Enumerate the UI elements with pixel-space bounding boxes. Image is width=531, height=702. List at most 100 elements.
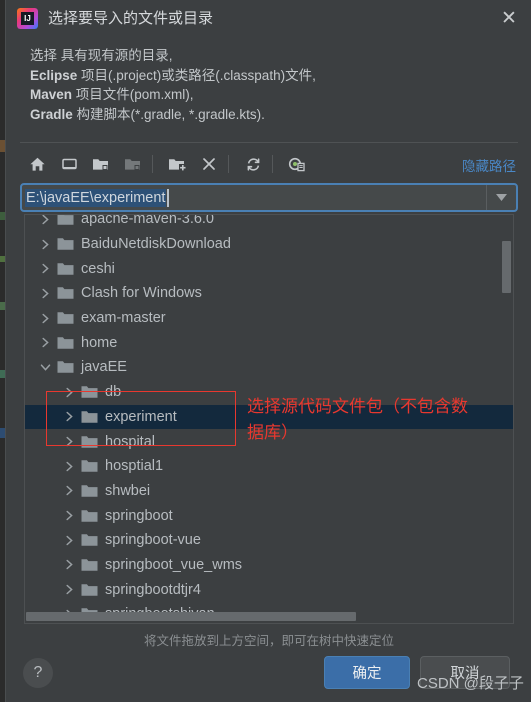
chevron-right-icon[interactable] bbox=[63, 484, 76, 497]
desc-line-4-bold: Gradle bbox=[30, 106, 73, 122]
tree-row[interactable]: javaEE bbox=[25, 355, 513, 380]
folder-icon bbox=[81, 435, 98, 449]
show-hidden-icon[interactable] bbox=[284, 152, 310, 176]
tree-row-label: springbootdtjr4 bbox=[105, 581, 201, 598]
tree-row[interactable]: springboot_vue_wms bbox=[25, 553, 513, 578]
close-icon[interactable]: ✕ bbox=[498, 8, 520, 30]
tree-row-label: springboot_vue_wms bbox=[105, 556, 243, 573]
chevron-right-icon[interactable] bbox=[63, 435, 76, 448]
toolbar-divider-1 bbox=[152, 155, 153, 173]
dialog-titlebar: IJ 选择要导入的文件或目录 ✕ bbox=[6, 0, 531, 38]
desc-line-4: Gradle 构建脚本(*.gradle, *.gradle.kts). bbox=[30, 105, 500, 125]
project-folder-icon[interactable] bbox=[88, 152, 114, 176]
folder-icon bbox=[57, 286, 74, 300]
folder-icon bbox=[81, 509, 98, 523]
desc-line-1-prefix: 选择 bbox=[30, 48, 57, 63]
chevron-right-icon[interactable] bbox=[63, 509, 76, 522]
tree-row-label: ceshi bbox=[81, 260, 115, 277]
tree-row-label: db bbox=[105, 384, 122, 401]
tree-row[interactable]: apache-maven-3.6.0 bbox=[25, 214, 513, 232]
tree-row-label: home bbox=[81, 334, 118, 351]
refresh-icon[interactable] bbox=[240, 152, 266, 176]
text-caret bbox=[167, 189, 169, 207]
folder-icon bbox=[81, 558, 98, 572]
tree-row[interactable]: Clash for Windows bbox=[25, 281, 513, 306]
desc-line-3-bold: Maven bbox=[30, 87, 73, 102]
home-icon[interactable] bbox=[24, 152, 50, 176]
path-input[interactable]: E:\javaEE\experiment bbox=[22, 185, 486, 210]
delete-icon[interactable] bbox=[196, 152, 222, 176]
folder-icon bbox=[81, 459, 98, 473]
hide-path-link[interactable]: 隐藏路径 bbox=[462, 155, 516, 175]
chevron-right-icon[interactable] bbox=[39, 312, 52, 325]
chevron-right-icon[interactable] bbox=[39, 215, 52, 226]
desc-line-1: 选择 具有现有源的目录, bbox=[30, 46, 500, 66]
tree-row[interactable]: springbootdtjr4 bbox=[25, 577, 513, 602]
tree-row-label: hosptial1 bbox=[105, 458, 164, 475]
chevron-right-icon[interactable] bbox=[63, 558, 76, 571]
tree-row-label: shwbei bbox=[105, 482, 151, 499]
desc-line-2: Eclipse 项目(.project)或类路径(.classpath)文件, bbox=[30, 66, 500, 86]
chevron-right-icon[interactable] bbox=[39, 238, 52, 251]
chevron-down-icon[interactable] bbox=[39, 361, 52, 374]
tree-row[interactable]: springboot-vue bbox=[25, 528, 513, 553]
path-combobox[interactable]: E:\javaEE\experiment bbox=[20, 183, 518, 212]
chevron-right-icon[interactable] bbox=[63, 583, 76, 596]
chevron-right-icon[interactable] bbox=[63, 460, 76, 473]
toolbar-divider-2 bbox=[228, 155, 229, 173]
desc-line-4-rest: 构建脚本(*.gradle, *.gradle.kts). bbox=[72, 106, 265, 122]
desc-line-2-bold: Eclipse bbox=[30, 67, 78, 83]
tree-row[interactable]: experiment bbox=[25, 404, 513, 430]
folder-icon bbox=[57, 336, 74, 350]
folder-icon bbox=[81, 385, 98, 399]
tree-row-label: hospital bbox=[105, 433, 155, 450]
help-button[interactable]: ? bbox=[23, 658, 53, 688]
new-folder-icon[interactable] bbox=[164, 152, 190, 176]
drag-drop-hint: 将文件拖放到上方空间，即可在树中快速定位 bbox=[143, 634, 394, 648]
chevron-right-icon[interactable] bbox=[63, 410, 76, 423]
divider bbox=[20, 142, 518, 143]
desc-line-3-rest: 项目文件(pom.xml), bbox=[72, 87, 194, 102]
chevron-right-icon[interactable] bbox=[39, 287, 52, 300]
tree-row-label: experiment bbox=[105, 408, 177, 425]
module-folder-icon bbox=[120, 152, 146, 176]
intellij-idea-logo: IJ bbox=[17, 8, 38, 29]
folder-icon bbox=[57, 215, 74, 226]
tree-row[interactable]: shwbei bbox=[25, 479, 513, 504]
tree-row[interactable]: hospital bbox=[25, 429, 513, 454]
tree-row[interactable]: ceshi bbox=[25, 256, 513, 281]
desc-line-3: Maven 项目文件(pom.xml), bbox=[30, 85, 500, 105]
tree-row[interactable]: home bbox=[25, 330, 513, 355]
tree-horizontal-scrollbar[interactable] bbox=[26, 612, 356, 621]
directory-tree: apache-maven-3.6.0 BaiduNetdiskDownload ce… bbox=[25, 214, 513, 623]
desktop-icon[interactable] bbox=[56, 152, 82, 176]
directory-tree-panel[interactable]: apache-maven-3.6.0 BaiduNetdiskDownload ce… bbox=[24, 214, 514, 624]
folder-icon bbox=[81, 583, 98, 597]
ok-button[interactable]: 确定 bbox=[324, 656, 410, 689]
chevron-right-icon[interactable] bbox=[39, 336, 52, 349]
folder-icon bbox=[81, 410, 98, 424]
cancel-button[interactable]: 取消 bbox=[420, 656, 510, 689]
tree-vertical-scrollbar[interactable] bbox=[502, 241, 511, 293]
dialog-description: 选择 具有现有源的目录, Eclipse 项目(.project)或类路径(.c… bbox=[30, 46, 500, 124]
dialog-title: 选择要导入的文件或目录 bbox=[48, 10, 214, 27]
chevron-right-icon[interactable] bbox=[39, 262, 52, 275]
tree-row-label: javaEE bbox=[81, 359, 127, 376]
chevron-down-icon[interactable] bbox=[486, 185, 516, 210]
import-file-dialog: IJ 选择要导入的文件或目录 ✕ 选择 具有现有源的目录, Eclipse 项目… bbox=[5, 0, 531, 702]
tree-row[interactable]: BaiduNetdiskDownload bbox=[25, 232, 513, 257]
chevron-right-icon[interactable] bbox=[63, 386, 76, 399]
tree-row-label: exam-master bbox=[81, 310, 166, 327]
tree-row[interactable]: exam-master bbox=[25, 306, 513, 331]
desc-line-1-rest: 具有现有源的目录, bbox=[57, 48, 173, 63]
tree-row[interactable]: db bbox=[25, 380, 513, 405]
chevron-right-icon[interactable] bbox=[63, 534, 76, 547]
tree-row-label: apache-maven-3.6.0 bbox=[81, 214, 214, 228]
toolbar-divider-3 bbox=[272, 155, 273, 173]
folder-icon bbox=[57, 311, 74, 325]
path-input-value: E:\javaEE\experiment bbox=[25, 189, 167, 207]
tree-row-label: Clash for Windows bbox=[81, 285, 202, 302]
tree-row[interactable]: springboot bbox=[25, 503, 513, 528]
tree-row[interactable]: hosptial1 bbox=[25, 454, 513, 479]
folder-icon bbox=[57, 360, 74, 374]
